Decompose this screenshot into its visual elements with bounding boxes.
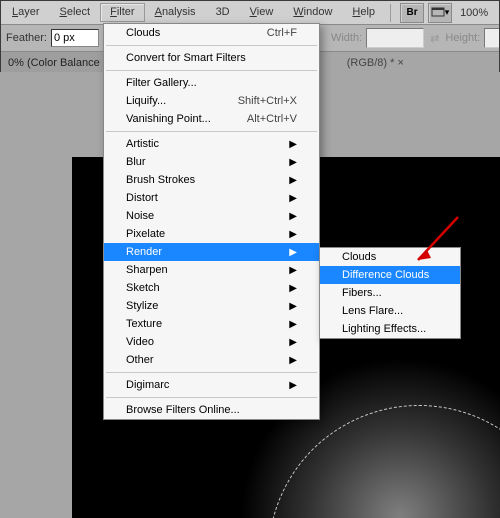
filter-digimarc[interactable]: Digimarc▶ <box>104 376 319 394</box>
filter-group-sketch[interactable]: Sketch▶ <box>104 279 319 297</box>
width-label: Width: <box>331 32 362 44</box>
menubar-separator <box>390 4 391 22</box>
screen-mode-button[interactable]: ▾ <box>428 3 452 23</box>
app-window: Layer Select Filter Analysis 3D View Win… <box>0 0 500 518</box>
height-label: Height: <box>445 32 480 44</box>
filter-vanishing-point[interactable]: Vanishing Point... Alt+Ctrl+V <box>104 110 319 128</box>
filter-group-stylize[interactable]: Stylize▶ <box>104 297 319 315</box>
document-tab-1[interactable]: 0% (Color Balance <box>0 52 109 74</box>
menubar: Layer Select Filter Analysis 3D View Win… <box>0 0 500 25</box>
document-tab-2[interactable]: (RGB/8) * × <box>339 52 412 74</box>
menu-view[interactable]: View <box>240 3 284 22</box>
menu-3d[interactable]: 3D <box>206 3 240 22</box>
filter-browse-online[interactable]: Browse Filters Online... <box>104 401 319 419</box>
filter-group-artistic[interactable]: Artistic▶ <box>104 135 319 153</box>
filter-group-blur[interactable]: Blur▶ <box>104 153 319 171</box>
filter-group-pixelate[interactable]: Pixelate▶ <box>104 225 319 243</box>
feather-input[interactable] <box>51 29 99 47</box>
render-submenu: Clouds Difference Clouds Fibers... Lens … <box>319 247 461 339</box>
menu-window[interactable]: Window <box>283 3 342 22</box>
zoom-level[interactable]: 100% <box>460 7 488 19</box>
width-input <box>366 28 424 48</box>
document-tab-2-label: (RGB/8) * × <box>347 57 404 69</box>
menu-help[interactable]: Help <box>342 3 385 22</box>
filter-liquify[interactable]: Liquify... Shift+Ctrl+X <box>104 92 319 110</box>
filter-group-render[interactable]: Render▶ <box>104 243 319 261</box>
menu-filter[interactable]: Filter <box>100 3 144 22</box>
filter-group-sharpen[interactable]: Sharpen▶ <box>104 261 319 279</box>
filter-menu: Clouds Ctrl+F Convert for Smart Filters … <box>103 23 320 420</box>
menu-select[interactable]: Select <box>50 3 101 22</box>
screen-mode-icon <box>431 7 445 19</box>
filter-group-other[interactable]: Other▶ <box>104 351 319 369</box>
filter-group-noise[interactable]: Noise▶ <box>104 207 319 225</box>
feather-label: Feather: <box>6 32 47 44</box>
filter-group-texture[interactable]: Texture▶ <box>104 315 319 333</box>
filter-convert-smart[interactable]: Convert for Smart Filters <box>104 49 319 67</box>
render-difference-clouds[interactable]: Difference Clouds <box>320 266 460 284</box>
menu-analysis[interactable]: Analysis <box>145 3 206 22</box>
height-input <box>484 28 500 48</box>
render-fibers[interactable]: Fibers... <box>320 284 460 302</box>
filter-group-distort[interactable]: Distort▶ <box>104 189 319 207</box>
bridge-button[interactable]: Br <box>400 3 424 23</box>
filter-last-clouds[interactable]: Clouds Ctrl+F <box>104 24 319 42</box>
render-lighting-effects[interactable]: Lighting Effects... <box>320 320 460 338</box>
filter-group-brush-strokes[interactable]: Brush Strokes▶ <box>104 171 319 189</box>
render-lens-flare[interactable]: Lens Flare... <box>320 302 460 320</box>
filter-gallery[interactable]: Filter Gallery... <box>104 74 319 92</box>
menu-layer[interactable]: Layer <box>2 3 50 22</box>
document-tab-1-label: 0% (Color Balance <box>8 57 100 69</box>
swap-icon: ⇄ <box>430 32 439 45</box>
bridge-icon: Br <box>407 7 418 18</box>
filter-group-video[interactable]: Video▶ <box>104 333 319 351</box>
render-clouds[interactable]: Clouds <box>320 248 460 266</box>
